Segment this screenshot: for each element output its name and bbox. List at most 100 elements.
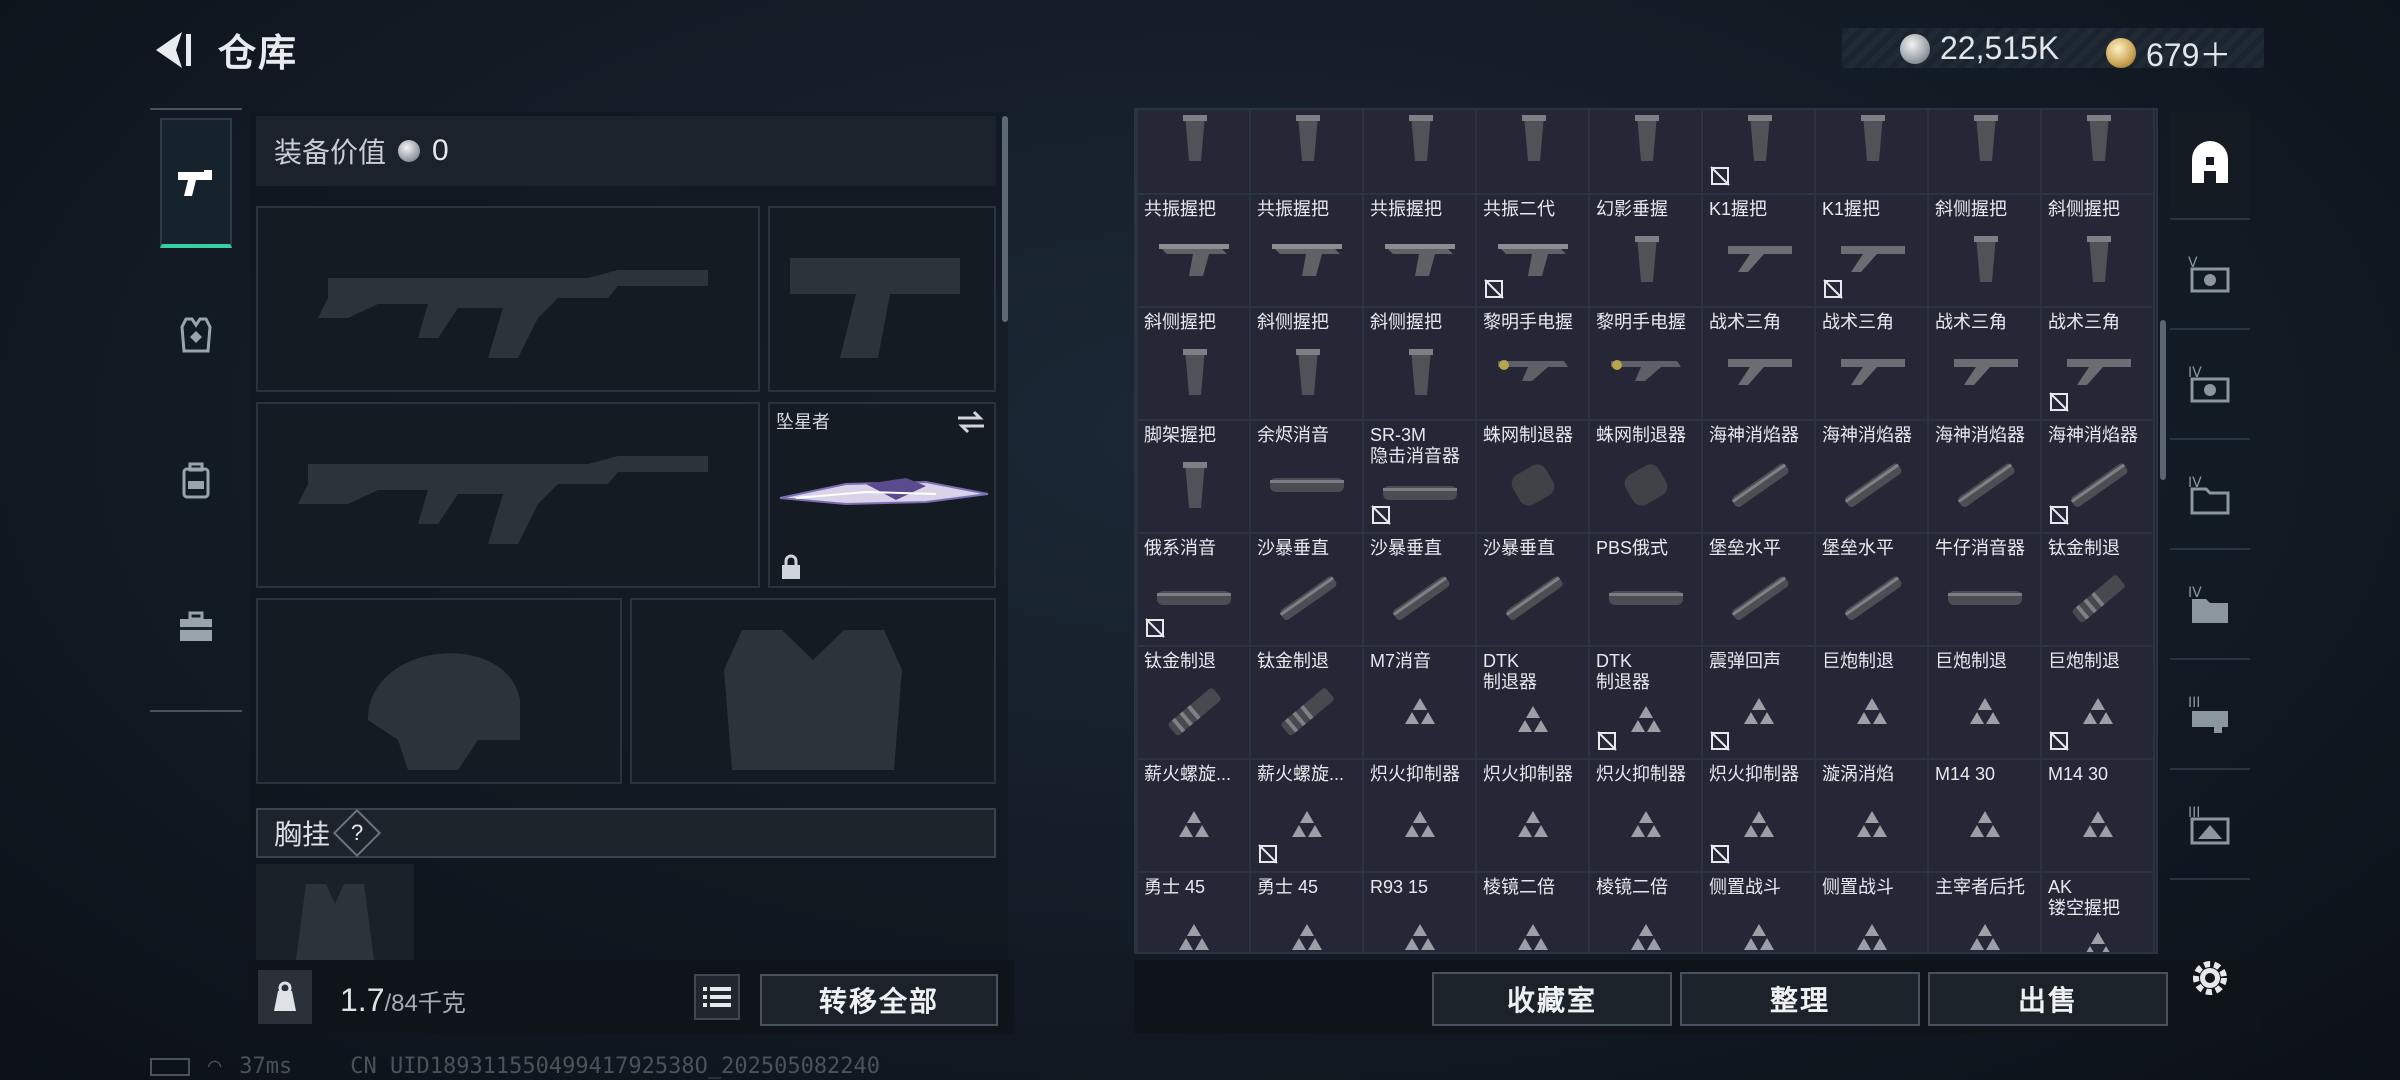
- grid-item[interactable]: 堡垒水平: [1703, 534, 1814, 645]
- grid-cell-partial[interactable]: [1364, 110, 1475, 193]
- grid-item[interactable]: 薪火螺旋...: [1138, 760, 1249, 871]
- helmet-slot[interactable]: [256, 598, 622, 784]
- grid-item[interactable]: 海神消焰器: [1816, 421, 1927, 532]
- grid-item[interactable]: 斜侧握把: [1929, 195, 2040, 306]
- grid-item[interactable]: 勇士 45: [1251, 873, 1362, 952]
- grid-item[interactable]: 斜侧握把: [1138, 308, 1249, 419]
- grid-item[interactable]: 共振握把: [1251, 195, 1362, 306]
- grid-cell-partial[interactable]: [2042, 110, 2153, 193]
- grid-item[interactable]: DTK 制退器: [1590, 647, 1701, 758]
- tab-category-iv-a[interactable]: IV: [2170, 332, 2250, 440]
- grid-item[interactable]: 薪火螺旋...: [1251, 760, 1362, 871]
- grid-item[interactable]: 战术三角: [1703, 308, 1814, 419]
- grid-item[interactable]: 炽火抑制器: [1703, 760, 1814, 871]
- warehouse-scrollbar[interactable]: [2160, 320, 2166, 480]
- grid-item[interactable]: 沙暴垂直: [1477, 534, 1588, 645]
- grid-item[interactable]: 钛金制退: [1138, 647, 1249, 758]
- grid-item[interactable]: 斜侧握把: [1251, 308, 1362, 419]
- grid-item[interactable]: 蛛网制退器: [1477, 421, 1588, 532]
- help-icon[interactable]: ?: [332, 808, 382, 858]
- grid-item[interactable]: 巨炮制退: [1929, 647, 2040, 758]
- grid-item[interactable]: 共振握把: [1138, 195, 1249, 306]
- grid-item[interactable]: 余烬消音: [1251, 421, 1362, 532]
- grid-item[interactable]: 侧置战斗: [1816, 873, 1927, 952]
- grid-item[interactable]: 幻影垂握: [1590, 195, 1701, 306]
- tab-supplies[interactable]: [160, 562, 232, 692]
- grid-item[interactable]: 黎明手电握: [1477, 308, 1588, 419]
- grid-item[interactable]: 斜侧握把: [2042, 195, 2153, 306]
- transfer-all-button[interactable]: 转移全部: [760, 974, 998, 1026]
- back-arrow-icon[interactable]: [150, 28, 194, 72]
- grid-item[interactable]: 海神消焰器: [1929, 421, 2040, 532]
- grid-item[interactable]: 棱镜二倍: [1477, 873, 1588, 952]
- grid-item[interactable]: SR-3M 隐击消音器: [1364, 421, 1475, 532]
- grid-cell-partial[interactable]: [1929, 110, 2040, 193]
- grid-item[interactable]: 共振握把: [1364, 195, 1475, 306]
- grid-item[interactable]: 沙暴垂直: [1364, 534, 1475, 645]
- tab-category-iv-b[interactable]: IV: [2170, 442, 2250, 550]
- grid-item[interactable]: 共振二代: [1477, 195, 1588, 306]
- weight-lock-button[interactable]: [258, 970, 312, 1024]
- grid-item[interactable]: M14 30: [2042, 760, 2153, 871]
- grid-item[interactable]: 沙暴垂直: [1251, 534, 1362, 645]
- grid-item[interactable]: 黎明手电握: [1590, 308, 1701, 419]
- grid-item[interactable]: 炽火抑制器: [1590, 760, 1701, 871]
- grid-item[interactable]: 堡垒水平: [1816, 534, 1927, 645]
- equipment-scrollbar[interactable]: [1002, 116, 1008, 322]
- grid-cell-partial[interactable]: [1477, 110, 1588, 193]
- grid-item[interactable]: R93 15: [1364, 873, 1475, 952]
- grid-item[interactable]: K1握把: [1703, 195, 1814, 306]
- grid-item[interactable]: 牛仔消音器: [1929, 534, 2040, 645]
- tab-weapons[interactable]: [160, 118, 232, 248]
- grid-cell-partial[interactable]: [1816, 110, 1927, 193]
- grid-cell-partial[interactable]: [1590, 110, 1701, 193]
- grid-item[interactable]: 震弹回声: [1703, 647, 1814, 758]
- grid-item[interactable]: 炽火抑制器: [1364, 760, 1475, 871]
- melee-slot[interactable]: 坠星者: [768, 402, 996, 588]
- primary-weapon-slot-2[interactable]: [256, 402, 760, 588]
- body-armor-slot[interactable]: [630, 598, 996, 784]
- swap-icon[interactable]: [956, 410, 986, 434]
- grid-item[interactable]: 战术三角: [1816, 308, 1927, 419]
- list-view-button[interactable]: [694, 974, 740, 1020]
- tab-all-items[interactable]: [2170, 112, 2250, 220]
- grid-item[interactable]: DTK 制退器: [1477, 647, 1588, 758]
- grid-item[interactable]: 炽火抑制器: [1477, 760, 1588, 871]
- grid-item[interactable]: PBS俄式: [1590, 534, 1701, 645]
- tab-category-iii-b[interactable]: III: [2170, 772, 2250, 880]
- grid-item[interactable]: 蛛网制退器: [1590, 421, 1701, 532]
- primary-weapon-slot-1[interactable]: [256, 206, 760, 392]
- tab-category-iii-a[interactable]: III: [2170, 662, 2250, 770]
- grid-item[interactable]: 海神消焰器: [1703, 421, 1814, 532]
- grid-item[interactable]: 巨炮制退: [1816, 647, 1927, 758]
- settings-gear-icon[interactable]: [2184, 952, 2236, 1004]
- grid-item[interactable]: 侧置战斗: [1703, 873, 1814, 952]
- grid-item[interactable]: 勇士 45: [1138, 873, 1249, 952]
- grid-item[interactable]: 棱镜二倍: [1590, 873, 1701, 952]
- grid-item[interactable]: 漩涡消焰: [1816, 760, 1927, 871]
- tab-category-iv-c[interactable]: IV: [2170, 552, 2250, 660]
- grid-item[interactable]: 海神消焰器: [2042, 421, 2153, 532]
- sidearm-slot[interactable]: [768, 206, 996, 392]
- chest-rig-slot[interactable]: [256, 864, 414, 960]
- grid-item[interactable]: 战术三角: [1929, 308, 2040, 419]
- sell-button[interactable]: 出售: [1928, 972, 2168, 1026]
- tab-category-v[interactable]: V: [2170, 222, 2250, 330]
- grid-item[interactable]: AK 镂空握把: [2042, 873, 2153, 952]
- grid-item[interactable]: 主宰者后托: [1929, 873, 2040, 952]
- grid-item[interactable]: 钛金制退: [2042, 534, 2153, 645]
- grid-item[interactable]: M7消音: [1364, 647, 1475, 758]
- grid-cell-partial[interactable]: [1138, 110, 1249, 193]
- grid-item[interactable]: 钛金制退: [1251, 647, 1362, 758]
- grid-cell-partial[interactable]: [1703, 110, 1814, 193]
- grid-item[interactable]: 斜侧握把: [1364, 308, 1475, 419]
- warehouse-grid[interactable]: 共振握把 共振握把 共振握把 共振二代 幻影垂握 K1握把 K1握把 斜侧握把 斜侧握把 斜侧握把…: [1134, 108, 2158, 954]
- organize-button[interactable]: 整理: [1680, 972, 1920, 1026]
- grid-item[interactable]: 战术三角: [2042, 308, 2153, 419]
- grid-item[interactable]: M14 30: [1929, 760, 2040, 871]
- grid-item[interactable]: 俄系消音: [1138, 534, 1249, 645]
- tab-armor[interactable]: [160, 270, 232, 400]
- grid-item[interactable]: 脚架握把: [1138, 421, 1249, 532]
- collection-room-button[interactable]: 收藏室: [1432, 972, 1672, 1026]
- tab-backpack[interactable]: [160, 416, 232, 546]
